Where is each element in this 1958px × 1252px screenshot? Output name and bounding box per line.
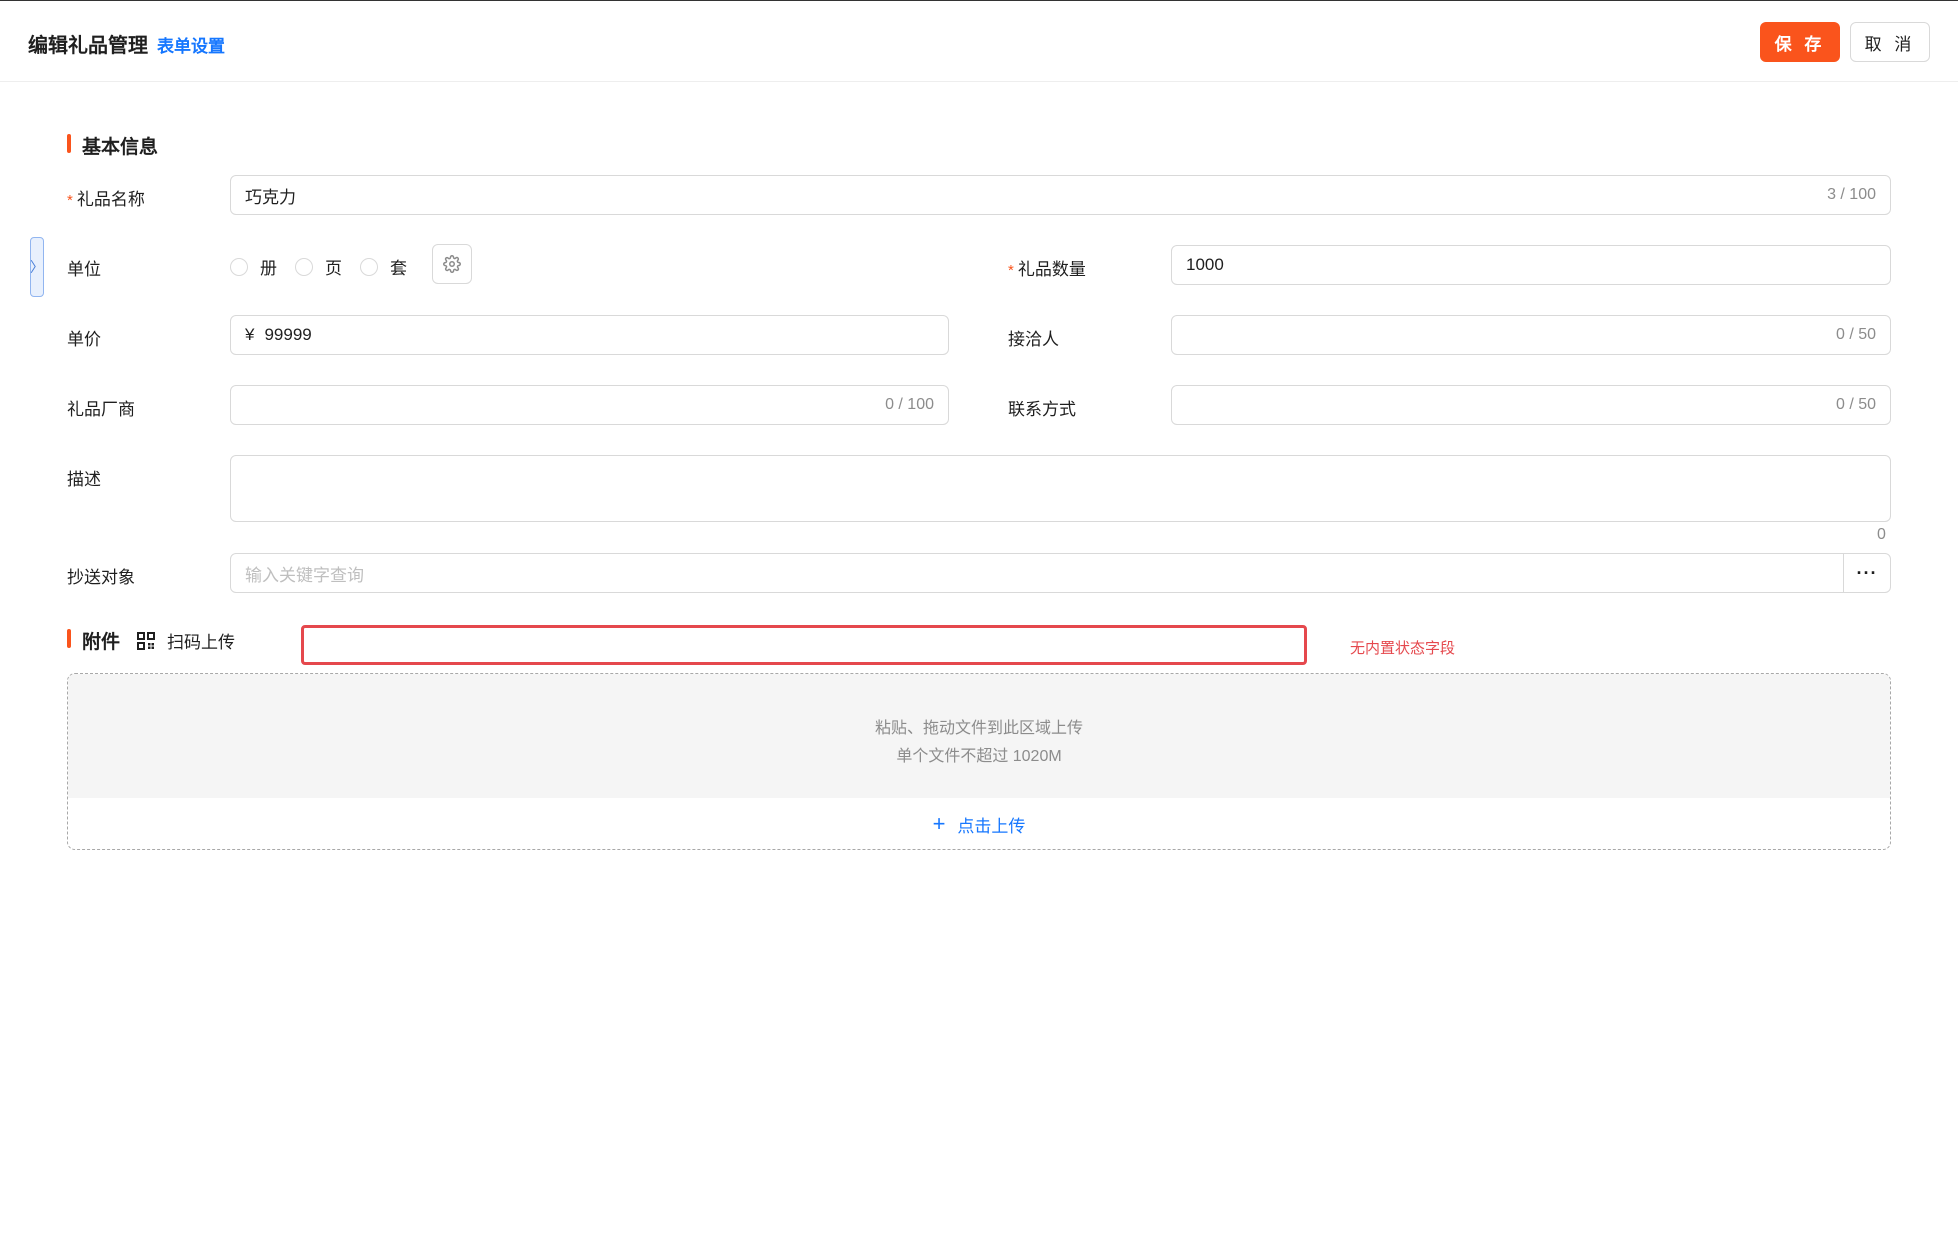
ellipsis-icon: ··· <box>1856 562 1878 583</box>
annotation-highlight-box <box>301 625 1307 665</box>
receiver-input[interactable]: 0 / 50 <box>1171 315 1891 355</box>
gift-name-input[interactable]: 巧克力 3 / 100 <box>230 175 1891 215</box>
section-title-basic-info: 基本信息 <box>82 137 159 158</box>
cc-more-button[interactable]: ··· <box>1843 553 1891 593</box>
unit-label: 单位 <box>67 260 101 279</box>
description-counter: 0 <box>1877 526 1886 543</box>
drop-area[interactable]: 粘贴、拖动文件到此区域上传 单个文件不超过 1020M <box>68 674 1890 798</box>
receiver-counter: 0 / 50 <box>1835 326 1876 343</box>
plus-icon: + <box>932 811 946 836</box>
page-header: 编辑礼品管理 表单设置 保 存 取 消 <box>0 1 1958 82</box>
gear-icon <box>443 255 461 273</box>
cc-label: 抄送对象 <box>67 568 135 587</box>
gift-name-value: 巧克力 <box>245 187 296 207</box>
cancel-button[interactable]: 取 消 <box>1850 22 1930 62</box>
chevron-right-icon: 〉 <box>30 259 44 275</box>
radio-circle <box>360 257 378 276</box>
radio-circle <box>295 257 313 276</box>
gift-name-counter: 3 / 100 <box>1827 186 1876 203</box>
receiver-label: 接洽人 <box>1008 330 1059 349</box>
section-title-attachments: 附件 <box>82 632 121 653</box>
drop-hint-primary: 粘贴、拖动文件到此区域上传 <box>874 720 1083 737</box>
cc-search-input[interactable]: 输入关键字查询 <box>230 553 1844 593</box>
contact-label: 联系方式 <box>1008 400 1076 419</box>
required-asterisk: * <box>67 192 73 209</box>
sidebar-expand-toggle[interactable]: 〉 <box>30 237 44 297</box>
section-accent-bar <box>67 629 71 648</box>
required-asterisk: * <box>1008 262 1014 279</box>
gift-quantity-input[interactable]: 1000 <box>1171 245 1891 285</box>
save-button[interactable]: 保 存 <box>1760 22 1840 62</box>
gift-quantity-value: 1000 <box>1186 255 1224 274</box>
unit-option-ye[interactable]: 页 <box>295 254 342 279</box>
form-settings-link[interactable]: 表单设置 <box>157 32 225 57</box>
unit-price-label: 单价 <box>67 330 101 349</box>
currency-prefix: ¥ <box>245 325 255 344</box>
drop-hint-size-limit: 单个文件不超过 1020M <box>896 748 1062 765</box>
vendor-input[interactable]: 0 / 100 <box>230 385 949 425</box>
unit-option-ce[interactable]: 册 <box>230 254 277 279</box>
click-upload-button[interactable]: + 点击上传 <box>68 798 1890 849</box>
unit-radio-group: 册 页 套 <box>230 254 425 279</box>
contact-input[interactable]: 0 / 50 <box>1171 385 1891 425</box>
cc-placeholder: 输入关键字查询 <box>245 565 364 585</box>
scan-upload-button[interactable]: 扫码上传 <box>137 628 235 653</box>
unit-price-input[interactable]: ¥ 99999 <box>230 315 949 355</box>
gift-quantity-label: * 礼品数量 <box>1008 260 1086 279</box>
unit-price-value: 99999 <box>264 325 312 344</box>
unit-option-tao[interactable]: 套 <box>360 254 407 279</box>
unit-settings-button[interactable] <box>432 244 472 284</box>
description-textarea[interactable] <box>230 455 1891 522</box>
file-dropzone[interactable]: 粘贴、拖动文件到此区域上传 单个文件不超过 1020M + 点击上传 <box>67 673 1891 850</box>
section-accent-bar <box>67 134 71 153</box>
contact-counter: 0 / 50 <box>1835 396 1876 413</box>
gift-name-label: * 礼品名称 <box>67 190 145 209</box>
radio-circle <box>230 257 248 276</box>
page-title: 编辑礼品管理 <box>28 35 148 57</box>
description-label: 描述 <box>67 470 101 489</box>
vendor-label: 礼品厂商 <box>67 400 135 419</box>
annotation-note: 无内置状态字段 <box>1350 640 1456 657</box>
qr-code-icon <box>137 631 155 650</box>
vendor-counter: 0 / 100 <box>885 396 934 413</box>
